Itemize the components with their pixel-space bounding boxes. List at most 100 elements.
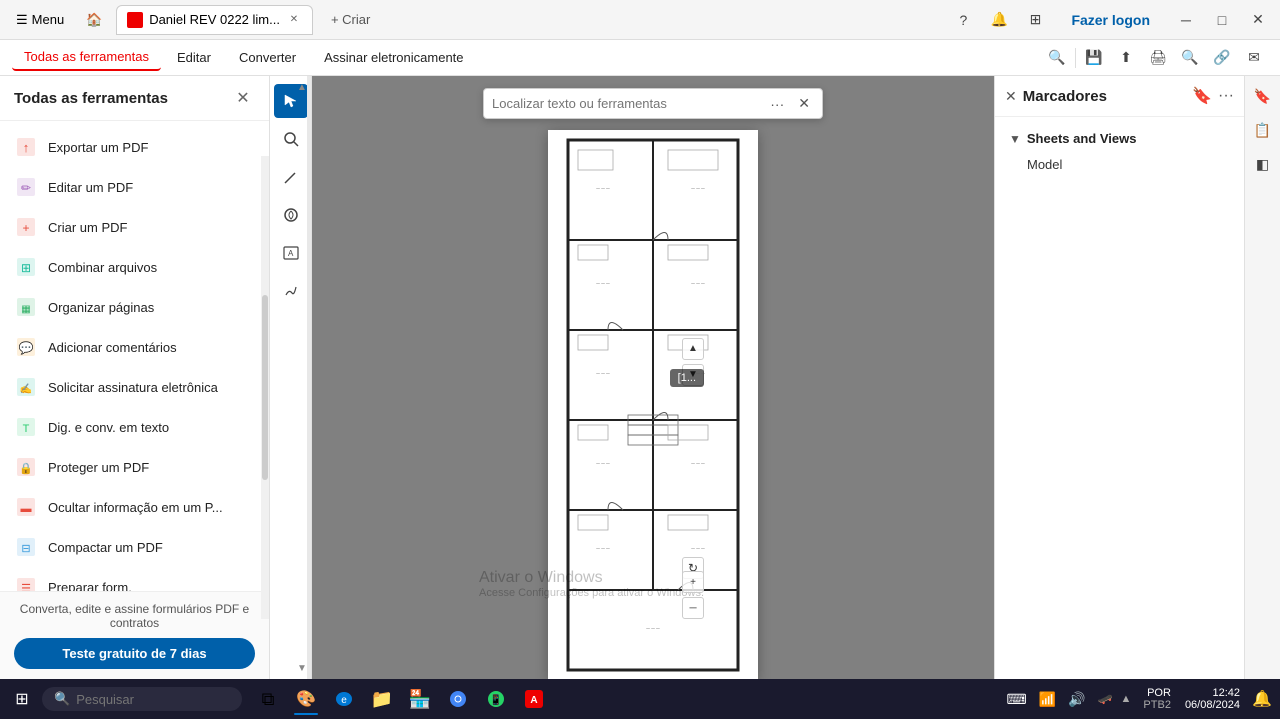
tool-edit[interactable]: ✏ Editar um PDF [0,167,269,207]
taskbar-paint-app[interactable]: 🎨 [288,681,324,717]
search-more-button[interactable]: ··· [766,94,788,114]
taskbar-store-app[interactable]: 🏪 [402,681,438,717]
loop-tool-button[interactable] [274,198,308,232]
svg-text:📱: 📱 [490,693,502,706]
toolbar-mail-button[interactable]: ✉ [1240,44,1268,72]
pdf-viewer[interactable]: ··· ✕ [312,76,994,679]
new-tab-button[interactable]: + Criar [321,7,380,32]
notification-button[interactable]: 🔔 [1248,685,1276,713]
toolbar-upload-button[interactable]: ⬆ [1112,44,1140,72]
zoom-out-button[interactable]: ─ [682,597,704,619]
toolbar-save-button[interactable]: 💾 [1080,44,1108,72]
taskbar-file-explorer[interactable]: 📁 [364,681,400,717]
svg-text:✏: ✏ [21,181,31,195]
home-button[interactable]: 🏠 [80,6,108,34]
start-button[interactable]: ⊞ [4,681,40,717]
tray-volume-icon[interactable]: 🔊 [1064,687,1089,712]
tool-ocr[interactable]: T Dig. e conv. em texto [0,407,269,447]
taskbar-chrome-browser[interactable] [440,681,476,717]
taskbar-tray: ⌨ 📶 🔊 🛹 ▲ [1002,687,1135,712]
tab-title: Daniel REV 0222 lim... [149,12,280,27]
left-panel-close-button[interactable]: ✕ [231,86,255,110]
tool-organize[interactable]: ▦ Organizar páginas [0,287,269,327]
pen-tool-button[interactable] [274,160,308,194]
tool-form[interactable]: ☰ Preparar form. [0,567,269,591]
tool-compress[interactable]: ⊟ Compactar um PDF [0,527,269,567]
toolbar-scroll-up[interactable]: ▲ [295,80,309,94]
zoom-tool-button[interactable] [274,122,308,156]
page-up-button[interactable]: ▲ [682,338,704,360]
menubar: Todas as ferramentas Editar Converter As… [0,40,1280,76]
svg-text:─ ─ ─: ─ ─ ─ [690,281,705,287]
toolbar-scroll-down[interactable]: ▼ [295,661,309,675]
search-close-button[interactable]: ✕ [794,93,814,114]
right-layers-button[interactable]: ◧ [1249,150,1277,178]
menu-sign[interactable]: Assinar eletronicamente [312,45,475,70]
right-bookmark-button[interactable]: 🔖 [1249,82,1277,110]
tool-signature-label: Solicitar assinatura eletrônica [48,380,218,395]
minimize-button[interactable]: ─ [1172,6,1200,34]
tool-combine[interactable]: ⊞ Combinar arquivos [0,247,269,287]
toolbar-zoom-button[interactable]: 🔍 [1176,44,1204,72]
svg-text:T: T [23,423,30,435]
tool-create[interactable]: + Criar um PDF [0,207,269,247]
export-icon: ↑ [14,135,38,159]
tab-close-button[interactable]: ✕ [286,12,302,28]
bookmark-group-sheets[interactable]: ▼ Sheets and Views [1005,125,1234,152]
toolbar-link-button[interactable]: 🔗 [1208,44,1236,72]
taskbar-search: 🔍 [42,687,242,711]
chevron-down-icon: ▼ [1009,132,1021,146]
svg-text:─ ─ ─: ─ ─ ─ [690,186,705,192]
svg-text:─ ─ ─: ─ ─ ─ [690,546,705,552]
help-button[interactable]: ? [949,6,977,34]
tool-protect[interactable]: 🔒 Proteger um PDF [0,447,269,487]
tool-redact[interactable]: ▬ Ocultar informação em um P... [0,487,269,527]
right-copy-button[interactable]: 📋 [1249,116,1277,144]
apps-button[interactable]: ⊞ [1021,6,1049,34]
tool-export[interactable]: ↑ Exportar um PDF [0,127,269,167]
login-button[interactable]: Fazer logon [1057,8,1164,32]
bookmark-item-label: Model [1027,157,1062,172]
svg-text:e: e [341,695,347,706]
menu-edit[interactable]: Editar [165,45,223,70]
signature-tool-button[interactable] [274,274,308,308]
close-button[interactable]: ✕ [1244,6,1272,34]
text-tool-button[interactable]: A [274,236,308,270]
menu-converter[interactable]: Converter [227,45,308,70]
tool-signature[interactable]: ✍ Solicitar assinatura eletrônica [0,367,269,407]
menu-all-tools[interactable]: Todas as ferramentas [12,44,161,71]
toolbar-search-button[interactable]: 🔍 [1043,44,1071,72]
tool-protect-label: Proteger um PDF [48,460,149,475]
svg-text:▬: ▬ [21,503,32,515]
bookmark-item-model[interactable]: Model [1005,152,1234,177]
comments-icon: 💬 [14,335,38,359]
tool-comments[interactable]: 💬 Adicionar comentários [0,327,269,367]
maximize-button[interactable]: □ [1208,6,1236,34]
taskbar-acrobat-app[interactable]: A [516,681,552,717]
left-panel-footer: Converta, edite e assine formulários PDF… [0,591,269,679]
tool-ocr-label: Dig. e conv. em texto [48,420,169,435]
taskbar-clock[interactable]: 12:42 06/08/2024 [1179,687,1246,711]
tool-combine-label: Combinar arquivos [48,260,157,275]
toolbar-print-button[interactable]: 🖨 [1144,44,1172,72]
tool-compress-label: Compactar um PDF [48,540,163,555]
trial-button[interactable]: Teste gratuito de 7 dias [14,638,255,669]
right-sidebar-more-button[interactable]: ··· [1218,87,1234,105]
tray-skateboarding-icon[interactable]: 🛹 [1094,688,1117,710]
menu-button[interactable]: ☰ Menu [8,8,72,32]
tray-network-icon[interactable]: 📶 [1035,687,1060,712]
taskbar-edge-browser[interactable]: e [326,681,362,717]
tray-keyboard-icon[interactable]: ⌨ [1002,687,1030,712]
taskbar-search-input[interactable] [76,692,216,707]
right-sidebar-close-button[interactable]: ✕ [1005,88,1017,105]
search-input[interactable] [492,96,760,111]
zoom-in-button[interactable]: + [682,571,704,593]
tool-edit-label: Editar um PDF [48,180,133,195]
vertical-toolbar: A ▲ ▼ [270,76,312,679]
menu-label: Menu [32,12,65,27]
notifications-button[interactable]: 🔔 [985,6,1013,34]
browser-tab[interactable]: Daniel REV 0222 lim... ✕ [116,5,313,35]
taskbar-task-view[interactable]: ⧉ [250,681,286,717]
taskbar-whatsapp-app[interactable]: 📱 [478,681,514,717]
tray-expand-icon[interactable]: ▲ [1121,693,1132,705]
